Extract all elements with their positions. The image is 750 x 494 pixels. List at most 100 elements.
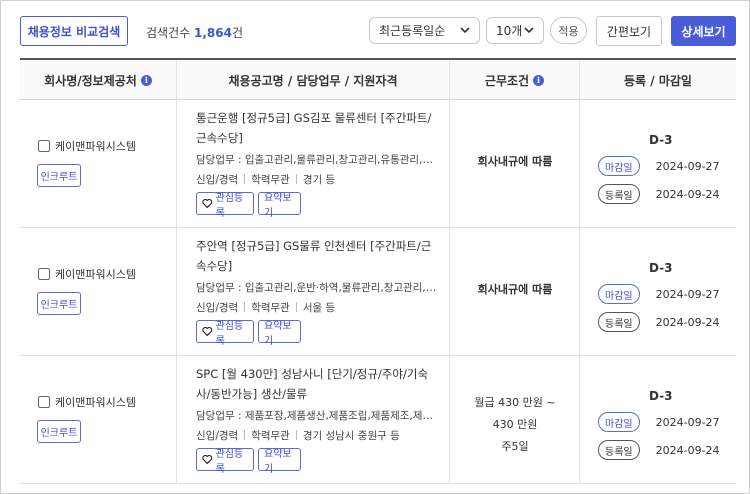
experience: 신입/경력 bbox=[196, 302, 239, 314]
simple-view-button[interactable]: 간편보기 bbox=[596, 16, 662, 46]
heart-icon bbox=[202, 455, 213, 465]
job-qualifications: 신입/경력 학력무관 경기 등 bbox=[196, 170, 441, 190]
page-size-select[interactable]: 10개 bbox=[486, 17, 544, 44]
job-title-link[interactable]: SPC [월 430만] 성남사니 [단기/정규/주야/기숙사/동반가능] 생산… bbox=[196, 364, 441, 404]
job-info: 통근운행 [정규5급] GS김포 물류센터 [주간파트/근속수당] 담당업무 :… bbox=[196, 108, 441, 219]
company: 케이맨파워시스템 bbox=[38, 138, 136, 154]
company: 케이맨파워시스템 bbox=[38, 394, 136, 410]
company-name[interactable]: 케이맨파워시스템 bbox=[55, 394, 136, 410]
registered-line: 등록일 2024-09-24 bbox=[598, 184, 728, 204]
table-row: 케이맨파워시스템 인크루트 주안역 [정규5급] GS물류 인천센터 [주간파트… bbox=[20, 228, 736, 356]
location: 경기 성남시 중원구 등 bbox=[302, 430, 400, 442]
table-header: 회사명/정보제공처 i 채용공고명 / 담당업무 / 지원자격 근무조건 i 등… bbox=[20, 60, 736, 100]
condition-text: 월급 430 만원 ~ 430 만원 주5일 bbox=[450, 392, 580, 458]
sort-select[interactable]: 최근등록일순 bbox=[369, 17, 480, 44]
divider bbox=[244, 302, 246, 312]
divider bbox=[295, 302, 297, 312]
favorite-label: 관심등록 bbox=[215, 448, 244, 475]
deadline-pill: 마감일 bbox=[598, 156, 640, 176]
registered-pill: 등록일 bbox=[598, 184, 640, 204]
company-name[interactable]: 케이맨파워시스템 bbox=[55, 138, 136, 154]
job-cell: 주안역 [정규5급] GS물류 인천센터 [주간파트/근속수당] 담당업무 : … bbox=[177, 228, 450, 355]
job-title-link[interactable]: 통근운행 [정규5급] GS김포 물류센터 [주간파트/근속수당] bbox=[196, 108, 441, 148]
job-info: SPC [월 430만] 성남사니 [단기/정규/주야/기숙사/동반가능] 생산… bbox=[196, 364, 441, 475]
deadline-line: 마감일 2024-09-27 bbox=[598, 412, 728, 432]
favorite-label: 관심등록 bbox=[215, 320, 244, 347]
favorite-button[interactable]: 관심등록 bbox=[196, 192, 254, 219]
dates-cell: D-3 마감일 2024-09-27 등록일 2024-09-24 bbox=[580, 100, 736, 227]
condition-cell: 회사내규에 따름 bbox=[450, 228, 580, 355]
experience: 신입/경력 bbox=[196, 430, 239, 442]
favorite-label: 관심등록 bbox=[215, 192, 244, 219]
registered-line: 등록일 2024-09-24 bbox=[598, 312, 728, 332]
heart-icon bbox=[202, 327, 213, 337]
chevron-down-icon bbox=[524, 27, 534, 34]
dday-badge: D-3 bbox=[649, 261, 673, 275]
header-job: 채용공고명 / 담당업무 / 지원자격 bbox=[177, 60, 450, 100]
favorite-button[interactable]: 관심등록 bbox=[196, 320, 254, 347]
select-checkbox[interactable] bbox=[38, 396, 50, 408]
select-checkbox[interactable] bbox=[38, 268, 50, 280]
summary-button[interactable]: 요약보기 bbox=[258, 192, 301, 219]
info-icon[interactable]: i bbox=[533, 74, 545, 86]
header-job-label: 채용공고명 / 담당업무 / 지원자격 bbox=[228, 73, 398, 88]
select-checkbox[interactable] bbox=[38, 140, 50, 152]
divider bbox=[295, 174, 297, 184]
source-button[interactable]: 인크루트 bbox=[37, 420, 81, 443]
table-row: 케이맨파워시스템 인크루트 통근운행 [정규5급] GS김포 물류센터 [주간파… bbox=[20, 100, 736, 228]
summary-button[interactable]: 요약보기 bbox=[258, 448, 301, 475]
deadline-pill: 마감일 bbox=[598, 284, 640, 304]
count-value: 1,864 bbox=[194, 26, 232, 40]
work-days: 주5일 bbox=[501, 440, 529, 453]
deadline-pill: 마감일 bbox=[598, 412, 640, 432]
education: 학력무관 bbox=[251, 430, 290, 442]
company-cell: 케이맨파워시스템 인크루트 bbox=[20, 228, 177, 355]
source-button[interactable]: 인크루트 bbox=[37, 164, 81, 187]
result-count: 검색건수 1,864건 bbox=[146, 24, 243, 41]
job-duty: 담당업무 : 제품포장,제품생산,제품조립,제품제조,제품... bbox=[196, 410, 441, 422]
divider bbox=[295, 430, 297, 440]
favorite-button[interactable]: 관심등록 bbox=[196, 448, 254, 475]
dates: D-3 마감일 2024-09-27 등록일 2024-09-24 bbox=[598, 260, 728, 332]
job-table: 회사명/정보제공처 i 채용공고명 / 담당업무 / 지원자격 근무조건 i 등… bbox=[20, 58, 736, 484]
condition-text: 회사내규에 따름 bbox=[450, 153, 580, 169]
dday-badge: D-3 bbox=[649, 389, 673, 403]
deadline-line: 마감일 2024-09-27 bbox=[598, 284, 728, 304]
registered-date: 2024-09-24 bbox=[655, 315, 720, 329]
divider bbox=[244, 174, 246, 184]
education: 학력무관 bbox=[251, 302, 290, 314]
condition-value: 회사내규에 따름 bbox=[477, 155, 553, 168]
detail-view-button[interactable]: 상세보기 bbox=[671, 16, 736, 46]
experience: 신입/경력 bbox=[196, 174, 239, 186]
header-company-label: 회사명/정보제공처 bbox=[44, 73, 137, 88]
table-row: 케이맨파워시스템 인크루트 SPC [월 430만] 성남사니 [단기/정규/주… bbox=[20, 356, 736, 484]
heart-icon bbox=[202, 199, 213, 209]
summary-button[interactable]: 요약보기 bbox=[258, 320, 301, 347]
job-title-link[interactable]: 주안역 [정규5급] GS물류 인천센터 [주간파트/근속수당] bbox=[196, 236, 441, 276]
toolbar: 채용정보 비교검색 검색건수 1,864건 최근등록일순 10개 적용 간편보기… bbox=[0, 0, 750, 58]
deadline-date: 2024-09-27 bbox=[655, 159, 720, 173]
condition-text: 회사내규에 따름 bbox=[450, 281, 580, 297]
info-icon[interactable]: i bbox=[140, 74, 152, 86]
registered-date: 2024-09-24 bbox=[655, 443, 720, 457]
salary-range: 월급 430 만원 ~ bbox=[474, 396, 556, 409]
job-cell: SPC [월 430만] 성남사니 [단기/정규/주야/기숙사/동반가능] 생산… bbox=[177, 356, 450, 483]
dates-cell: D-3 마감일 2024-09-27 등록일 2024-09-24 bbox=[580, 228, 736, 355]
page-size-value: 10개 bbox=[496, 24, 523, 38]
salary-max: 430 만원 bbox=[492, 418, 538, 431]
job-duty: 담당업무 : 입출고관리,운반·하역,물류관리,창고관리,유... bbox=[196, 282, 441, 294]
deadline-date: 2024-09-27 bbox=[655, 415, 720, 429]
divider bbox=[244, 430, 246, 440]
chevron-down-icon bbox=[460, 27, 470, 34]
registered-pill: 등록일 bbox=[598, 440, 640, 460]
registered-line: 등록일 2024-09-24 bbox=[598, 440, 728, 460]
dates: D-3 마감일 2024-09-27 등록일 2024-09-24 bbox=[598, 388, 728, 460]
condition-cell: 월급 430 만원 ~ 430 만원 주5일 bbox=[450, 356, 580, 483]
header-company: 회사명/정보제공처 i bbox=[20, 60, 177, 100]
compare-search-button[interactable]: 채용정보 비교검색 bbox=[20, 16, 128, 46]
education: 학력무관 bbox=[251, 174, 290, 186]
source-button[interactable]: 인크루트 bbox=[37, 292, 81, 315]
job-qualifications: 신입/경력 학력무관 경기 성남시 중원구 등 bbox=[196, 426, 441, 446]
company-name[interactable]: 케이맨파워시스템 bbox=[55, 266, 136, 282]
apply-button[interactable]: 적용 bbox=[550, 17, 587, 44]
